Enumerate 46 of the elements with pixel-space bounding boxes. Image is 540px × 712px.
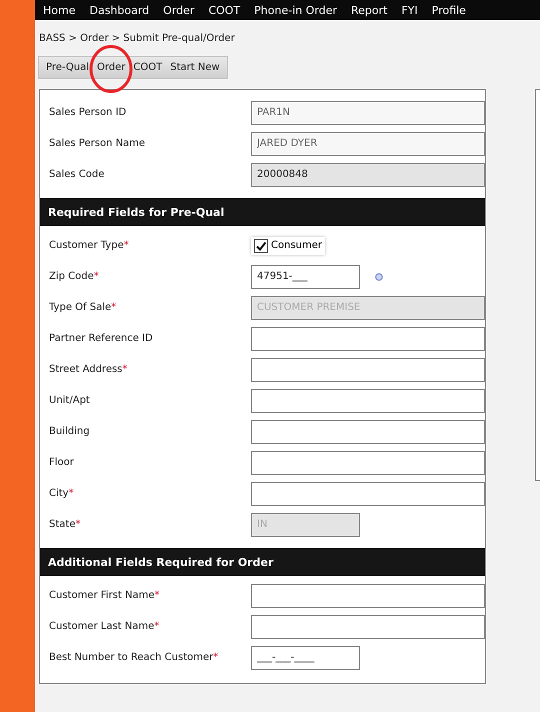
field-label: Type Of Sale* [49,302,118,313]
field-label: Street Address* [49,364,128,375]
field-label: Floor [49,457,75,468]
input-field[interactable] [251,584,485,608]
field-label: Customer Type* [49,240,130,251]
checkbox[interactable] [254,238,268,252]
nav-link[interactable]: Home [37,4,84,16]
nav-link[interactable]: Profile [426,4,474,16]
field-label: City* [49,488,75,499]
help-icon[interactable] [375,272,383,280]
nav-link[interactable]: Dashboard [83,4,158,16]
input-field[interactable] [251,482,485,506]
checkbox-field[interactable]: Consumer [251,236,325,254]
nav-link[interactable]: Phone-in Order [248,4,345,16]
tab-button[interactable]: Pre-Qual [42,59,93,76]
breadcrumb: BASS > Order > Submit Pre-qual/Order [39,33,236,45]
input-field[interactable]: ___-___-____ [251,646,360,670]
field-label: Zip Code* [49,271,100,282]
input-field[interactable] [251,420,485,444]
highlight-circle [89,45,133,93]
input-field[interactable] [251,614,485,638]
nav-link[interactable]: FYI [395,4,426,16]
nav-link[interactable]: COOT [202,4,248,16]
field-label: Best Number to Reach Customer* [49,652,220,663]
field-label: Customer First Name* [49,590,160,601]
section-header: Required Fields for Pre-Qual [40,198,485,226]
tab-button[interactable]: Start New [166,59,224,76]
input-field[interactable]: 47951-___ [251,264,360,288]
field-label: Sales Code [49,169,106,180]
field-label: Building [49,426,91,437]
field-label: State* [49,519,82,530]
field-label: Unit/Apt [49,395,91,406]
input-field[interactable] [251,326,485,350]
field-label: Sales Person ID [49,107,128,118]
check-icon [255,240,267,252]
tab-button[interactable]: COOT [129,59,166,76]
input-field[interactable]: PAR1N [251,100,485,124]
nav-link[interactable]: Report [344,4,396,16]
input-field[interactable] [251,358,485,382]
nav-link[interactable]: Order [157,4,202,16]
section-header: Additional Fields Required for Order [40,548,485,576]
field-label: Partner Reference ID [49,333,154,344]
input-field[interactable] [251,450,485,474]
field-label: Customer Last Name* [49,621,160,632]
input-field[interactable] [251,388,485,412]
field-label: Sales Person Name [49,138,146,149]
